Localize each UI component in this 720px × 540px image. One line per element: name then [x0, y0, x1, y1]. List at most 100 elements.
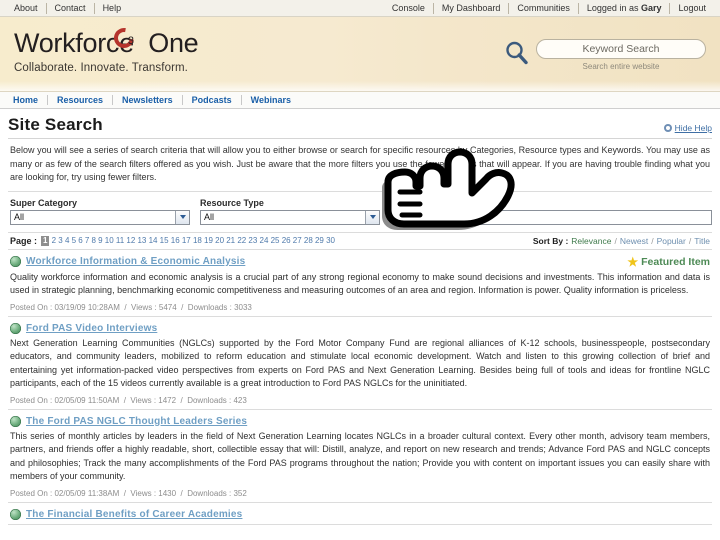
pagination-page-17[interactable]: 17: [182, 236, 191, 246]
site-banner: Workforce 3 One Collaborate. Innovate. Tr…: [0, 17, 720, 92]
result-meta: Posted On : 03/19/09 10:28AM / Views : 5…: [10, 302, 252, 312]
separator: /: [688, 235, 692, 246]
result-description: This series of monthly articles by leade…: [10, 430, 710, 482]
result-header: The Ford PAS NGLC Thought Leaders Series: [10, 415, 710, 427]
site-search-input[interactable]: [536, 39, 706, 59]
chevron-down-icon: [365, 210, 379, 224]
search-icon: [504, 40, 530, 71]
pagination-page-14[interactable]: 14: [149, 236, 158, 246]
pagination-page-16[interactable]: 16: [171, 236, 180, 246]
pagination-page-19[interactable]: 19: [204, 236, 213, 246]
super-category-select[interactable]: All: [10, 209, 190, 225]
utility-link-communities[interactable]: Communities: [509, 3, 578, 14]
banner-search-column: Search entire website: [536, 39, 706, 71]
result-description: Quality workforce information and econom…: [10, 271, 710, 296]
pagination-page-27[interactable]: 27: [293, 236, 302, 246]
featured-item-label: Featured Item: [641, 255, 710, 268]
pagination-page-3[interactable]: 3: [58, 236, 62, 246]
pagination-page-5[interactable]: 5: [72, 236, 76, 246]
resource-type-label: Resource Type: [200, 197, 264, 208]
pagination-page-23[interactable]: 23: [248, 236, 257, 246]
logout-link[interactable]: Logout: [670, 3, 714, 14]
globe-icon: [10, 256, 21, 267]
banner-search: Search entire website: [504, 39, 706, 71]
pagination-page-6[interactable]: 6: [78, 236, 82, 246]
result-title-link[interactable]: Ford PAS Video Interviews: [26, 323, 157, 334]
pagination-page-4[interactable]: 4: [65, 236, 69, 246]
pagination-page-20[interactable]: 20: [215, 236, 224, 246]
result-description: Next Generation Learning Communities (NG…: [10, 337, 710, 389]
pagination-page-21[interactable]: 21: [226, 236, 235, 246]
utility-link-console[interactable]: Console: [384, 3, 433, 14]
nav-item-newsletters[interactable]: Newsletters: [113, 95, 182, 106]
pagination-page-22[interactable]: 22: [237, 236, 246, 246]
pagination-page-13[interactable]: 13: [137, 236, 146, 246]
search-result-item: Ford PAS Video Interviews Next Generatio…: [8, 317, 712, 410]
logo-superscript: 3: [127, 35, 134, 47]
views-value: 1430: [158, 488, 177, 498]
site-search-page: About Contact Help Console My Dashboard …: [0, 0, 720, 540]
result-header: The Financial Benefits of Career Academi…: [10, 508, 710, 520]
logo-text-part2: One: [148, 28, 199, 58]
utility-link-my-dashboard[interactable]: My Dashboard: [434, 3, 509, 14]
nav-item-podcasts[interactable]: Podcasts: [183, 95, 241, 106]
logo-tagline: Collaborate. Innovate. Transform.: [14, 62, 188, 74]
pagination-page-29[interactable]: 29: [315, 236, 324, 246]
pagination-page-12[interactable]: 12: [126, 236, 135, 246]
hide-help-link[interactable]: Hide Help: [663, 123, 712, 135]
page-title: Site Search: [8, 115, 103, 134]
posted-on-label: Posted On :: [10, 395, 53, 405]
views-value: 5474: [158, 302, 177, 312]
resource-type-select[interactable]: All: [200, 209, 380, 225]
downloads-value: 3033: [234, 302, 252, 312]
result-title-link[interactable]: The Financial Benefits of Career Academi…: [26, 509, 242, 520]
nav-item-resources[interactable]: Resources: [48, 95, 112, 106]
sort-option-popular[interactable]: Popular: [657, 236, 686, 246]
star-icon: ★: [627, 254, 639, 269]
utility-bar: About Contact Help Console My Dashboard …: [0, 0, 720, 17]
pagination-page-11[interactable]: 11: [116, 236, 124, 246]
page-title-row: Site Search Hide Help: [8, 109, 712, 139]
posted-on-value: 03/19/09 10:28AM: [54, 302, 120, 312]
pagination-page-25[interactable]: 25: [271, 236, 280, 246]
pagination-page-24[interactable]: 24: [260, 236, 269, 246]
sort-by-control: Sort By : Relevance / Newest / Popular /…: [533, 236, 710, 246]
pagination-page-2[interactable]: 2: [52, 236, 56, 246]
pagination-page-30[interactable]: 30: [326, 236, 335, 246]
result-header: Workforce Information & Economic Analysi…: [10, 256, 710, 268]
utility-link-about[interactable]: About: [6, 3, 46, 14]
nav-item-home[interactable]: Home: [4, 95, 47, 106]
pagination-page-1[interactable]: 1: [41, 235, 50, 246]
pagination-links: 1 2 3 4 5 6 7 8 9 10 11 12 13 14 15 16 17 18 19 20 21 22 23 24 2…: [41, 235, 335, 246]
result-title-link[interactable]: The Ford PAS NGLC Thought Leaders Series: [26, 416, 247, 427]
pagination-page-8[interactable]: 8: [92, 236, 96, 246]
globe-icon: [10, 322, 21, 334]
pagination-page-28[interactable]: 28: [304, 236, 313, 246]
separator: /: [651, 235, 654, 246]
nav-item-webinars[interactable]: Webinars: [242, 95, 300, 106]
result-title-link[interactable]: Workforce Information & Economic Analysi…: [26, 256, 245, 267]
sort-option-title[interactable]: Title: [694, 236, 710, 246]
pagination-page-26[interactable]: 26: [282, 236, 291, 246]
keywords-input[interactable]: [390, 209, 712, 225]
utility-link-contact[interactable]: Contact: [47, 3, 94, 14]
posted-on-label: Posted On :: [10, 302, 53, 312]
downloads-label: Downloads :: [187, 302, 232, 312]
views-value: 1472: [158, 395, 177, 405]
site-logo[interactable]: Workforce 3 One Collaborate. Innovate. Tr…: [14, 24, 199, 74]
downloads-value: 352: [233, 488, 247, 498]
pagination-page-10[interactable]: 10: [105, 236, 114, 246]
logged-in-status: Logged in as Gary: [579, 3, 670, 14]
pager-label: Page :: [10, 235, 38, 246]
pagination-page-9[interactable]: 9: [98, 236, 102, 246]
utility-link-help[interactable]: Help: [95, 3, 130, 14]
sort-option-relevance[interactable]: Relevance: [571, 236, 611, 246]
sort-option-newest[interactable]: Newest: [620, 236, 648, 246]
pagination-page-7[interactable]: 7: [85, 236, 89, 246]
pagination-page-15[interactable]: 15: [160, 236, 169, 246]
result-meta: Posted On : 02/05/09 11:38AM / Views : 1…: [10, 488, 247, 498]
downloads-label: Downloads :: [187, 395, 232, 405]
search-filters: Super Category All Resource Type All Key…: [8, 192, 712, 233]
views-label: Views :: [131, 302, 157, 312]
pagination-page-18[interactable]: 18: [193, 236, 202, 246]
